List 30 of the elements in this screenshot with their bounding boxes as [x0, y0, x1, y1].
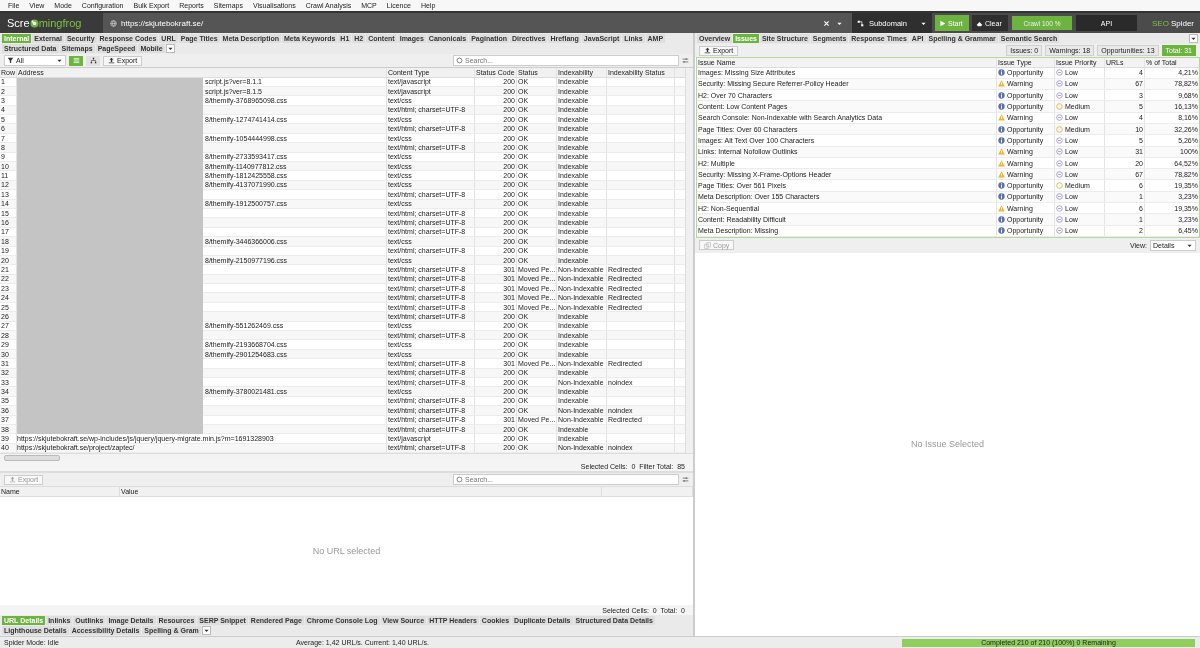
empty-message: No Issue Selected [910, 439, 984, 450]
caret-icon [56, 57, 63, 64]
logo-text: Scre [7, 17, 30, 29]
upload-icon [9, 476, 16, 484]
upload-icon [704, 47, 711, 54]
caret-icon[interactable] [165, 44, 175, 53]
close-icon[interactable] [823, 19, 830, 27]
settings-icon[interactable] [682, 57, 689, 64]
logo-text: mingfrog [38, 17, 82, 29]
scrollbar[interactable] [685, 68, 693, 454]
filter-icon [7, 57, 14, 64]
upload-icon [108, 57, 115, 64]
scrollbar[interactable] [4, 455, 60, 462]
copy-icon [704, 241, 711, 249]
empty-message: No URL selected [312, 546, 381, 557]
logo-icon [29, 18, 39, 28]
tree-icon [89, 57, 97, 64]
search-icon [456, 57, 463, 64]
play-icon [939, 19, 946, 27]
search-icon [456, 476, 463, 484]
network-icon [857, 19, 864, 27]
url-field[interactable]: https://skjutebokraft.se/ [103, 13, 823, 33]
tree-view-button[interactable] [86, 55, 100, 66]
list-icon [72, 57, 80, 64]
caret-icon[interactable] [201, 626, 211, 635]
caret-icon[interactable] [1189, 34, 1198, 43]
settings-icon[interactable] [682, 476, 689, 484]
globe-icon [110, 19, 117, 27]
brand-text: SEO [1151, 18, 1169, 28]
brand-text: Spider [1170, 18, 1194, 28]
